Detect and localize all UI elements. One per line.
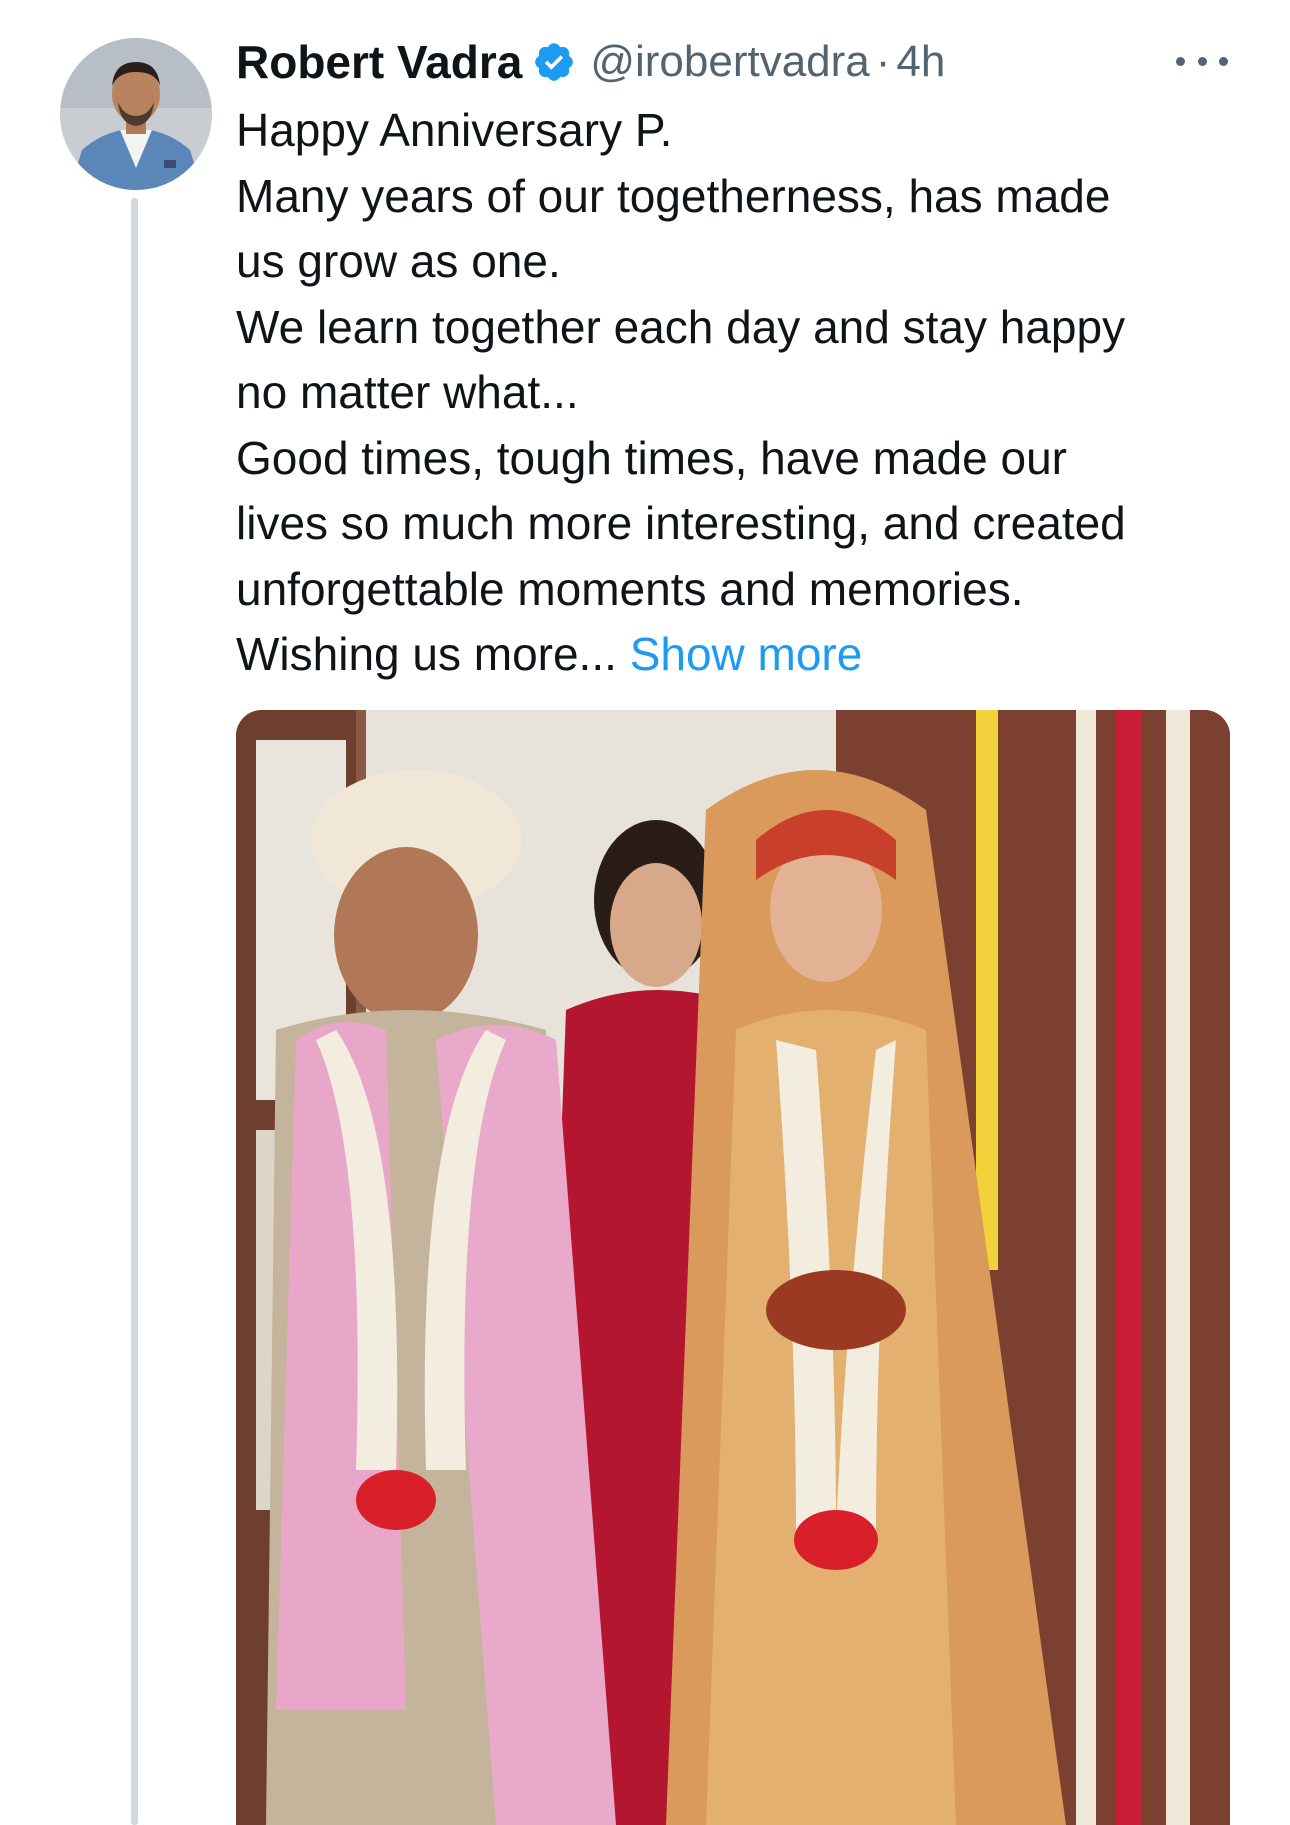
more-dot xyxy=(1197,56,1207,66)
tweet-text-line: We learn together each day and stay happ… xyxy=(236,300,1126,353)
more-dot xyxy=(1176,56,1185,66)
thread-line xyxy=(131,198,138,1825)
tweet-text-line: no matter what... xyxy=(236,366,579,418)
tweet-text: Happy Anniversary P. Many years of our t… xyxy=(236,98,1246,688)
tweet-text-line: Good times, tough times, have made our xyxy=(236,431,1067,484)
author-handle[interactable]: @irobertvadra xyxy=(590,37,869,87)
wedding-photo-image xyxy=(236,710,1230,1825)
avatar[interactable] xyxy=(60,38,212,190)
tweet-text-line: Happy Anniversary P. xyxy=(236,104,673,156)
tweet-text-line-last: Wishing us more... Show more xyxy=(236,622,1246,688)
tweet-text-line: unforgettable moments and memories. xyxy=(236,562,1024,615)
tweet[interactable]: Robert Vadra @irobertvadra · 4h Happy An… xyxy=(0,0,1290,1825)
tweet-header: Robert Vadra @irobertvadra · 4h xyxy=(236,30,945,94)
verified-badge-icon xyxy=(532,40,576,84)
avatar-photo xyxy=(60,38,212,190)
tweet-text-line: Many years of our togetherness, has made xyxy=(236,169,1111,222)
wedding-photo[interactable] xyxy=(236,710,1230,1825)
tweet-text-truncated: Wishing us more... xyxy=(236,628,617,680)
more-options-icon[interactable] xyxy=(1176,46,1228,76)
timestamp[interactable]: 4h xyxy=(896,37,945,87)
more-dot xyxy=(1219,56,1228,66)
tweet-text-line: lives so much more interesting, and crea… xyxy=(236,497,1126,549)
author-name[interactable]: Robert Vadra xyxy=(236,35,522,89)
separator-dot: · xyxy=(875,37,891,86)
show-more-link[interactable]: Show more xyxy=(630,628,863,680)
tweet-text-line: us grow as one. xyxy=(236,235,561,287)
